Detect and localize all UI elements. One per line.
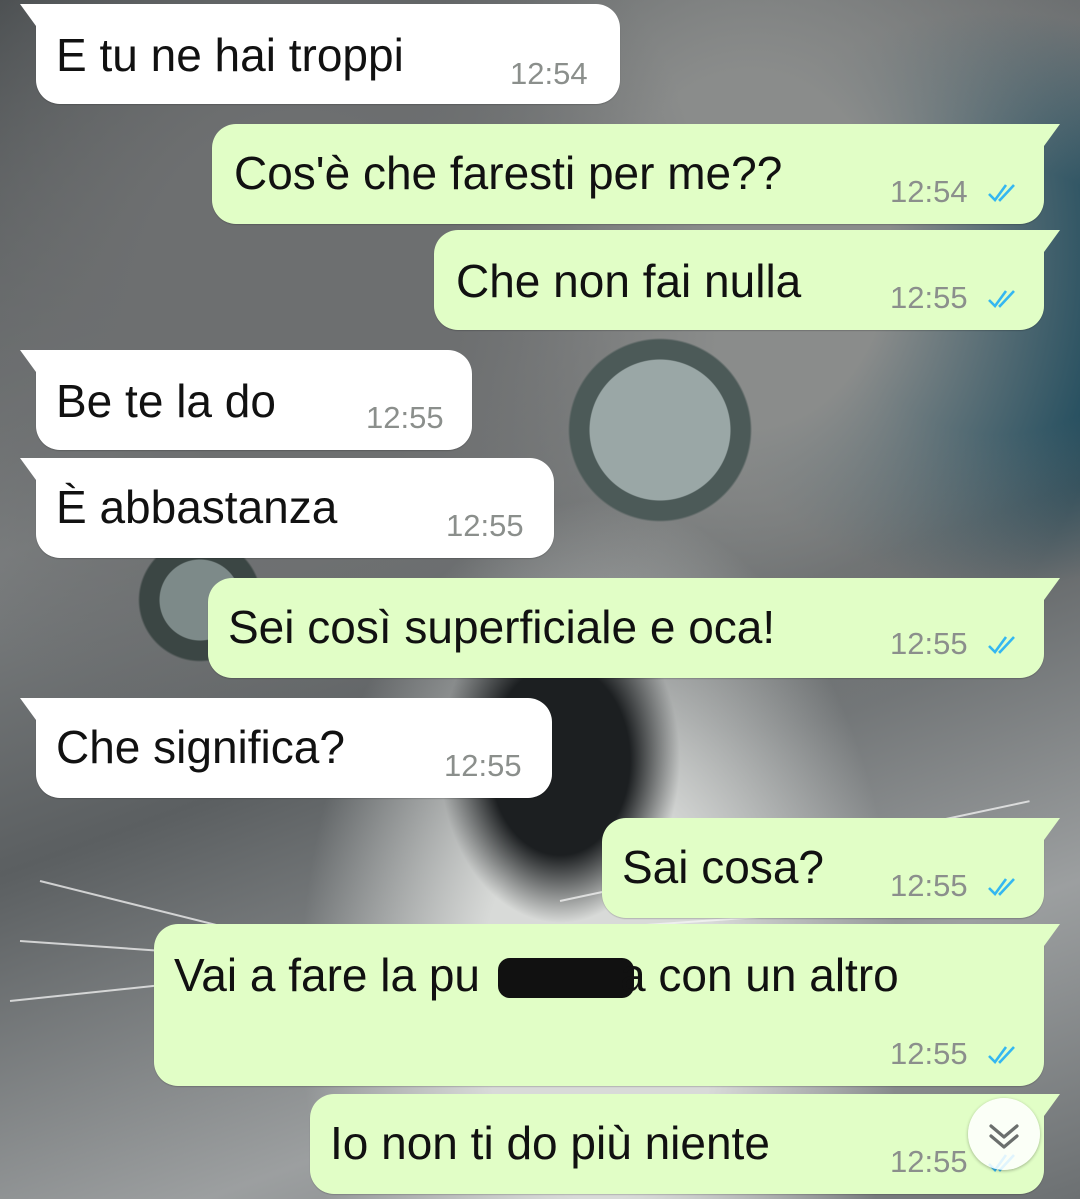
- read-receipt-icon: [988, 878, 1015, 896]
- message-bubble-incoming[interactable]: È abbastanza 12:55: [20, 458, 554, 558]
- message-bubble-outgoing[interactable]: Che non fai nulla 12:55: [434, 230, 1060, 330]
- message-bubble-outgoing[interactable]: Cos'è che faresti per me?? 12:54: [212, 124, 1060, 224]
- chat-message-list[interactable]: E tu ne hai troppi 12:54 Cos'è che fares…: [0, 0, 1080, 1199]
- message-text: Che non fai nulla: [456, 255, 802, 307]
- scroll-to-bottom-button[interactable]: [968, 1098, 1040, 1170]
- message-time: 12:54: [890, 174, 968, 209]
- message-text: Sai cosa?: [622, 841, 825, 893]
- redaction-mark: [498, 958, 634, 998]
- message-time: 12:55: [890, 280, 968, 315]
- message-time: 12:54: [510, 56, 588, 91]
- message-bubble-incoming[interactable]: Be te la do 12:55: [20, 350, 472, 450]
- message-time: 12:55: [890, 1144, 968, 1179]
- message-time: 12:55: [890, 868, 968, 903]
- message-text: Sei così superficiale e oca!: [228, 601, 776, 653]
- message-bubble-outgoing[interactable]: Sei così superficiale e oca! 12:55: [208, 578, 1060, 678]
- message-time: 12:55: [444, 748, 522, 783]
- message-text: E tu ne hai troppi: [56, 29, 404, 81]
- message-text: Cos'è che faresti per me??: [234, 147, 783, 199]
- message-text: Io non ti do più niente: [330, 1117, 770, 1169]
- message-text: Che significa?: [56, 721, 345, 773]
- message-time: 12:55: [890, 1036, 968, 1071]
- read-receipt-icon: [988, 184, 1015, 202]
- message-text: È abbastanza: [56, 481, 338, 533]
- message-bubble-outgoing[interactable]: Sai cosa? 12:55: [602, 818, 1060, 918]
- message-bubble-outgoing[interactable]: Io non ti do più niente 12:55: [310, 1094, 1060, 1194]
- read-receipt-icon: [988, 636, 1015, 654]
- double-chevron-down-icon: [989, 1124, 1019, 1149]
- message-text-after-redaction: a con un altro: [620, 949, 899, 1001]
- message-time: 12:55: [366, 400, 444, 435]
- read-receipt-icon: [988, 1046, 1015, 1064]
- message-time: 12:55: [446, 508, 524, 543]
- message-text: Be te la do: [56, 375, 276, 427]
- message-time: 12:55: [890, 626, 968, 661]
- read-receipt-icon: [988, 290, 1015, 308]
- message-bubble-incoming[interactable]: Che significa? 12:55: [20, 698, 552, 798]
- message-bubble-outgoing[interactable]: Vai a fare la pu a con un altro 12:55: [154, 924, 1060, 1086]
- message-bubble-incoming[interactable]: E tu ne hai troppi 12:54: [20, 4, 620, 104]
- message-text-before-redaction: Vai a fare la pu: [174, 949, 481, 1001]
